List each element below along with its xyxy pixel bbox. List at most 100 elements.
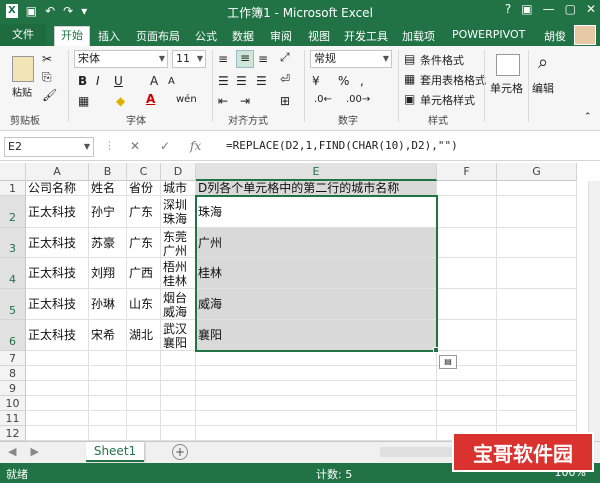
cell-f2[interactable]	[437, 196, 497, 228]
cell-f6[interactable]	[437, 320, 497, 351]
column-header-f[interactable]: F	[437, 163, 497, 181]
currency-icon[interactable]: ¥	[312, 74, 320, 88]
cell-b5[interactable]: 孙琳	[89, 289, 127, 320]
cell-a8[interactable]	[26, 366, 89, 381]
cell-e12[interactable]	[196, 426, 437, 441]
cell-b8[interactable]	[89, 366, 127, 381]
cell-g11[interactable]	[497, 411, 577, 426]
decrease-decimal-icon[interactable]: .00→	[346, 94, 370, 105]
tab-insert[interactable]: 插入	[98, 28, 120, 44]
help-button[interactable]: ?	[505, 2, 511, 16]
tab-view[interactable]: 视图	[308, 28, 330, 44]
tab-review[interactable]: 审阅	[270, 28, 292, 44]
conditional-format-icon[interactable]: ▤	[404, 52, 415, 66]
cell-f10[interactable]	[437, 396, 497, 411]
font-name-select[interactable]: 宋体 ▼	[74, 50, 168, 68]
cell-b11[interactable]	[89, 411, 127, 426]
format-painter-icon[interactable]: 🖌	[42, 88, 57, 102]
cell-a11[interactable]	[26, 411, 89, 426]
column-header-c[interactable]: C	[127, 163, 161, 181]
format-table-button[interactable]: 套用表格格式	[420, 72, 486, 88]
minimize-button[interactable]: —	[543, 2, 555, 16]
cell-e5[interactable]: 威海	[196, 289, 437, 320]
fill-handle[interactable]	[433, 347, 439, 353]
cell-c11[interactable]	[127, 411, 161, 426]
cell-a6[interactable]: 正太科技	[26, 320, 89, 351]
cell-a7[interactable]	[26, 351, 89, 366]
enter-entry-button[interactable]: ✓	[160, 139, 170, 153]
cell-a4[interactable]: 正太科技	[26, 258, 89, 289]
row-header-1[interactable]: 1	[0, 181, 26, 196]
cell-c2[interactable]: 广东	[127, 196, 161, 228]
cancel-entry-button[interactable]: ✕	[130, 139, 140, 153]
cell-a5[interactable]: 正太科技	[26, 289, 89, 320]
paste-button[interactable]: 粘贴	[12, 84, 32, 99]
cells-icon[interactable]	[496, 54, 520, 76]
cell-a9[interactable]	[26, 381, 89, 396]
sheet-prev-icon[interactable]: ◀	[8, 445, 16, 458]
cell-f4[interactable]	[437, 258, 497, 289]
cell-c9[interactable]	[127, 381, 161, 396]
cell-c8[interactable]	[127, 366, 161, 381]
cell-b1[interactable]: 姓名	[89, 181, 127, 196]
tab-addins[interactable]: 加载项	[402, 28, 435, 44]
cell-c12[interactable]	[127, 426, 161, 441]
tab-developer[interactable]: 开发工具	[344, 28, 388, 44]
row-header-3[interactable]: 3	[0, 228, 26, 258]
cell-b2[interactable]: 孙宁	[89, 196, 127, 228]
cell-b4[interactable]: 刘翔	[89, 258, 127, 289]
cell-d9[interactable]	[161, 381, 196, 396]
font-color-icon[interactable]: A	[146, 92, 155, 106]
row-header-8[interactable]: 8	[0, 366, 26, 381]
conditional-format-button[interactable]: 条件格式	[420, 52, 464, 68]
row-header-9[interactable]: 9	[0, 381, 26, 396]
align-top-icon[interactable]: ≡	[218, 52, 228, 66]
close-button[interactable]: ✕	[586, 2, 596, 16]
cell-g2[interactable]	[497, 196, 577, 228]
cell-d6[interactable]: 武汉 襄阳	[161, 320, 196, 351]
cell-g10[interactable]	[497, 396, 577, 411]
cell-c5[interactable]: 山东	[127, 289, 161, 320]
fill-color-icon[interactable]: ◆	[116, 94, 125, 108]
merge-cells-icon[interactable]: ⊞	[280, 94, 290, 108]
cell-b7[interactable]	[89, 351, 127, 366]
cell-g6[interactable]	[497, 320, 577, 351]
orientation-icon[interactable]: ⤢	[280, 50, 290, 65]
percent-button[interactable]: %	[338, 74, 349, 88]
maximize-button[interactable]: ▢	[565, 2, 576, 16]
vertical-scrollbar[interactable]	[588, 181, 600, 441]
cell-d12[interactable]	[161, 426, 196, 441]
wrap-text-icon[interactable]: ⏎	[280, 72, 290, 86]
underline-button[interactable]: U	[114, 74, 123, 88]
cell-d4[interactable]: 梧州 桂林	[161, 258, 196, 289]
cell-d5[interactable]: 烟台 威海	[161, 289, 196, 320]
row-header-2[interactable]: 2	[0, 196, 26, 228]
tab-formulas[interactable]: 公式	[195, 28, 217, 44]
tab-page-layout[interactable]: 页面布局	[136, 28, 180, 44]
column-header-b[interactable]: B	[89, 163, 127, 181]
row-header-7[interactable]: 7	[0, 351, 26, 366]
cell-c4[interactable]: 广西	[127, 258, 161, 289]
binoculars-icon[interactable]: ⌕	[538, 52, 548, 73]
cell-c1[interactable]: 省份	[127, 181, 161, 196]
align-right-icon[interactable]: ☰	[256, 74, 267, 88]
cell-e1[interactable]: D列各个单元格中的第二行的城市名称	[196, 181, 437, 196]
align-center-icon[interactable]: ☰	[236, 74, 247, 88]
cell-d7[interactable]	[161, 351, 196, 366]
tab-file[interactable]: 文件	[0, 24, 46, 46]
decrease-indent-icon[interactable]: ⇤	[218, 94, 228, 108]
cell-g3[interactable]	[497, 228, 577, 258]
add-sheet-button[interactable]: +	[172, 444, 188, 460]
cell-d10[interactable]	[161, 396, 196, 411]
cell-f1[interactable]	[437, 181, 497, 196]
cell-e3[interactable]: 广州	[196, 228, 437, 258]
cell-f5[interactable]	[437, 289, 497, 320]
cell-f9[interactable]	[437, 381, 497, 396]
align-middle-icon[interactable]: ≡	[236, 50, 254, 68]
cell-b3[interactable]: 苏豪	[89, 228, 127, 258]
shrink-font-button[interactable]: A	[168, 76, 175, 87]
phonetic-button[interactable]: wén	[176, 94, 197, 105]
select-all-corner[interactable]	[0, 163, 26, 181]
cell-f11[interactable]	[437, 411, 497, 426]
cell-b12[interactable]	[89, 426, 127, 441]
